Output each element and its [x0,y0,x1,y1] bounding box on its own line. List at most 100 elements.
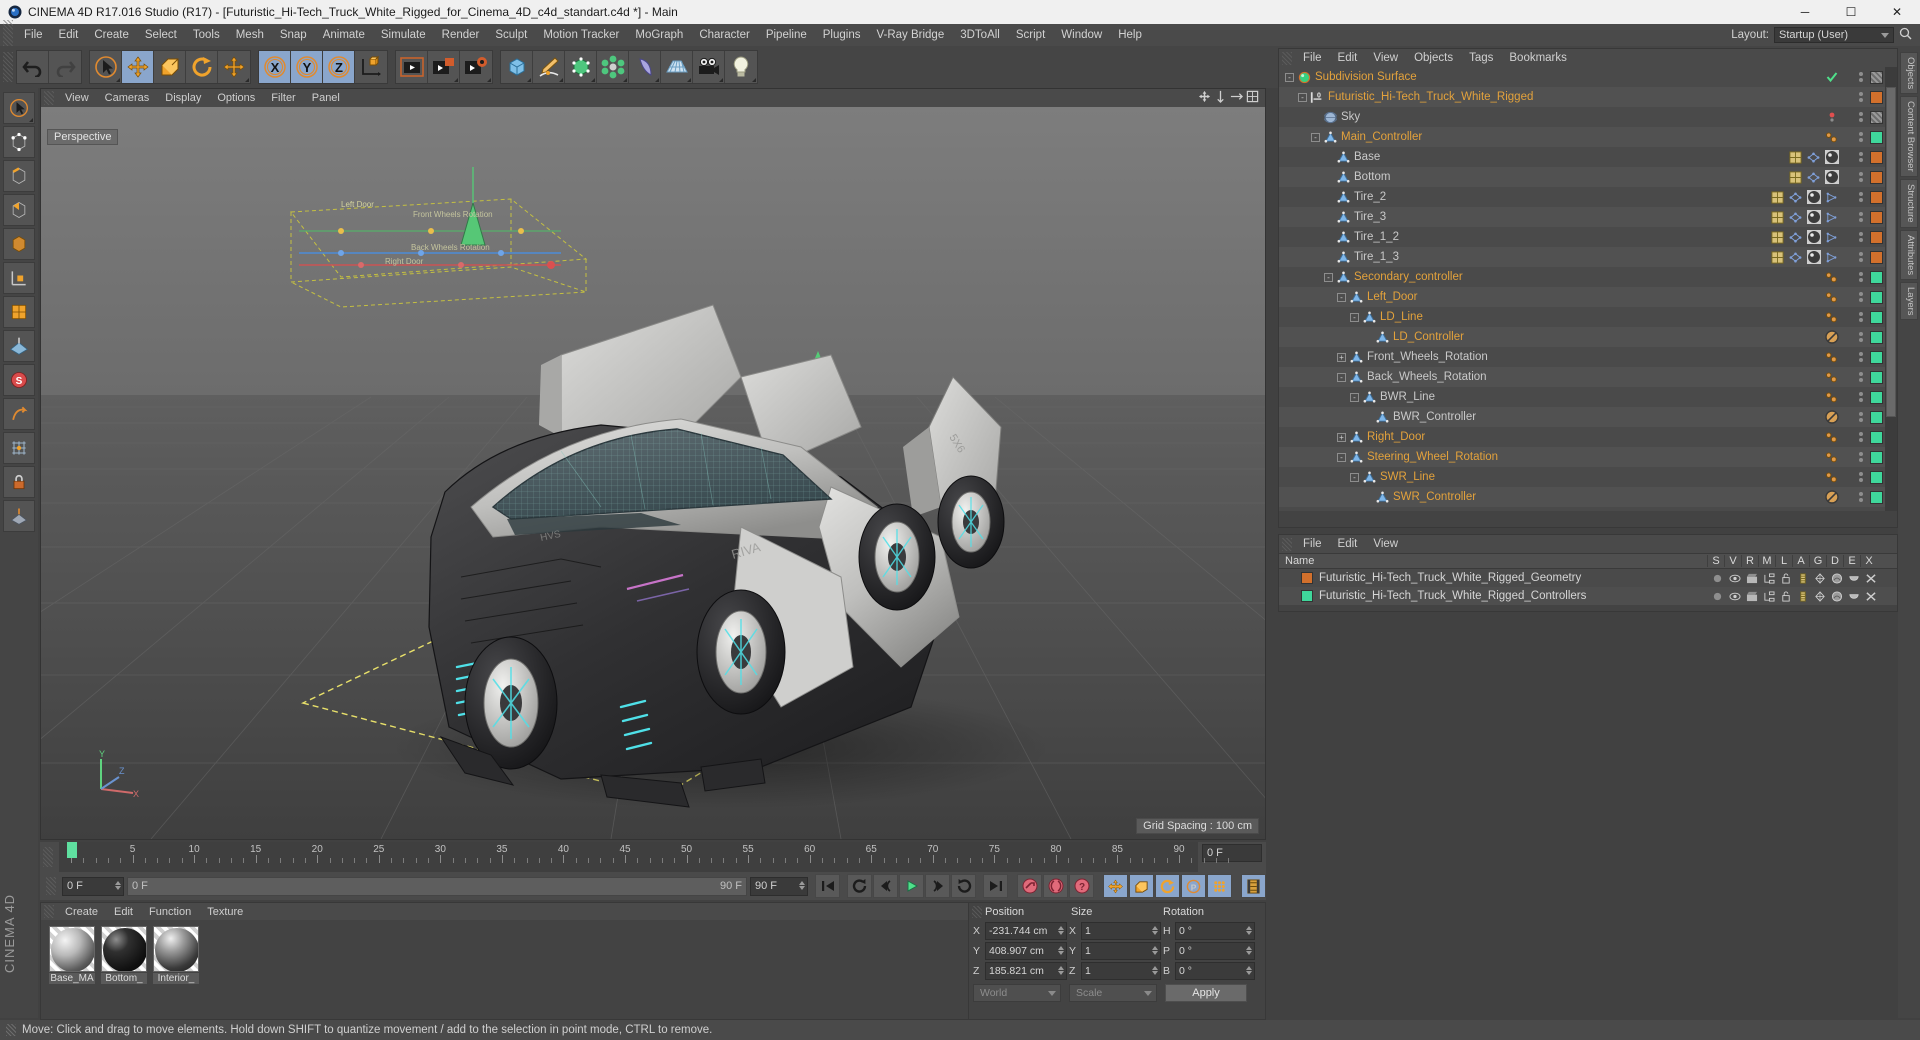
current-frame-field[interactable]: 0 F [62,876,124,896]
scale-key-icon[interactable] [1129,874,1154,898]
search-icon[interactable] [1899,27,1912,43]
render-settings-icon[interactable] [460,51,492,83]
layer-col-a[interactable]: A [1792,555,1809,567]
position-x-field[interactable]: -231.744 cm [985,921,1067,940]
camera-icon[interactable] [693,51,725,83]
layer-col-g[interactable]: G [1809,555,1826,567]
layer-flag-e-icon[interactable] [1845,571,1862,586]
timeline-playhead[interactable] [67,842,77,858]
render-view-icon[interactable] [396,51,428,83]
play-icon[interactable] [899,874,924,898]
size-z-field[interactable]: 1 [1081,961,1161,980]
menu-item-vray-bridge[interactable]: V-Ray Bridge [868,27,952,43]
object-tree-row[interactable]: Tire_1_3 [1279,247,1897,267]
layer-color-chip[interactable] [1870,90,1883,104]
layer-col-e[interactable]: E [1843,555,1860,567]
cube-primitive-icon[interactable] [501,51,533,83]
menu-item-motion-tracker[interactable]: Motion Tracker [535,27,627,43]
material-tag-icon[interactable] [1806,230,1821,245]
edge-mode-icon[interactable] [3,160,35,192]
layer-color-chip[interactable] [1870,290,1883,304]
object-tree-row[interactable]: - Main_Controller [1279,127,1897,147]
select-cursor-icon[interactable] [90,51,122,83]
menu-item-plugins[interactable]: Plugins [815,27,869,43]
object-name-label[interactable]: Tire_1_3 [1354,251,1399,263]
layer-flag-m-icon[interactable] [1760,589,1777,604]
object-manager-grip[interactable] [1282,51,1292,65]
material-menu-create[interactable]: Create [57,906,106,918]
position-z-field[interactable]: 185.821 cm [985,961,1067,980]
maximize-button[interactable]: ☐ [1828,0,1874,24]
object-name-label[interactable]: Base [1354,151,1380,163]
layer-flag-v-icon[interactable] [1726,589,1743,604]
axis-z-icon[interactable]: Z [323,51,355,83]
menu-item-help[interactable]: Help [1110,27,1150,43]
material-preview[interactable] [49,926,95,972]
snap-icon[interactable] [3,432,35,464]
visibility-dots[interactable] [1859,152,1863,162]
object-name-label[interactable]: Steering_Wheel_Rotation [1367,451,1498,463]
object-name-label[interactable]: Right_Door [1367,431,1425,443]
layer-color-swatch[interactable] [1301,572,1313,584]
visibility-dots[interactable] [1859,472,1863,482]
layer-flag-l-icon[interactable] [1777,571,1794,586]
polygon-mode-icon[interactable] [3,194,35,226]
object-tree-row[interactable]: SWR_Controller [1279,487,1897,507]
zoom-icon[interactable] [1230,90,1243,106]
layer-col-l[interactable]: L [1775,555,1792,567]
material-item[interactable]: Bottom_ [101,926,147,984]
point-cache-icon[interactable] [1824,210,1839,225]
step-forward-keyframe-icon[interactable] [951,874,976,898]
tab-objects[interactable]: Objects [1900,52,1918,95]
layer-col-d[interactable]: D [1826,555,1843,567]
visibility-dots[interactable] [1859,192,1863,202]
object-name-label[interactable]: SWR_Line [1380,471,1435,483]
collapse-icon[interactable]: - [1350,312,1359,322]
menu-item-mesh[interactable]: Mesh [228,27,272,43]
collapse-icon[interactable]: - [1324,272,1333,282]
layer-flag-l-icon[interactable] [1777,589,1794,604]
visibility-dots[interactable] [1859,132,1863,142]
visibility-dots[interactable] [1859,332,1863,342]
go-to-end-icon[interactable] [983,874,1008,898]
object-tree[interactable]: - Subdivision Surface -0 Futuristic_Hi-Tech… [1279,67,1897,511]
transport-grip[interactable] [46,877,56,895]
menu-item-animate[interactable]: Animate [315,27,373,43]
menu-item-3dtoall[interactable]: 3DToAll [952,27,1008,43]
texture-mode-icon[interactable] [3,296,35,328]
layer-color-chip[interactable] [1870,410,1883,424]
spline-pen-icon[interactable] [533,51,565,83]
layer-color-chip[interactable] [1870,150,1883,164]
dolly-icon[interactable] [1214,90,1227,106]
material-item[interactable]: Interior_ [153,926,199,984]
layout-dropdown[interactable]: Startup (User) [1774,27,1894,43]
object-tree-row[interactable]: BWR_Controller [1279,407,1897,427]
layer-color-chip[interactable] [1870,450,1883,464]
menu-item-script[interactable]: Script [1008,27,1053,43]
minimize-button[interactable]: ─ [1782,0,1828,24]
layer-flag-a-icon[interactable] [1794,571,1811,586]
visibility-dots[interactable] [1859,432,1863,442]
timeline-grip[interactable] [43,847,53,867]
light-icon[interactable] [725,51,757,83]
layer-col-m[interactable]: M [1758,555,1775,567]
pla-key-icon[interactable]: P [1181,874,1206,898]
viewport-grip[interactable] [44,91,54,105]
rotation-p-field[interactable]: 0 ° [1175,941,1255,960]
material-preview[interactable] [101,926,147,972]
object-name-label[interactable]: Secondary_controller [1354,271,1463,283]
object-tree-row[interactable]: - Subdivision Surface [1279,67,1897,87]
autokey-icon[interactable] [1043,874,1068,898]
object-menu-edit[interactable]: Edit [1330,52,1366,64]
scale-icon[interactable] [154,51,186,83]
apply-button[interactable]: Apply [1165,983,1247,1002]
red-dot-icon[interactable] [1824,110,1839,125]
object-tree-row[interactable]: - Secondary_controller [1279,267,1897,287]
object-menu-view[interactable]: View [1365,52,1406,64]
point-mode-icon[interactable] [3,126,35,158]
tab-layers[interactable]: Layers [1900,281,1918,321]
object-name-label[interactable]: SWR_Controller [1393,491,1476,503]
object-name-label[interactable]: Tire_1_2 [1354,231,1399,243]
layer-color-chip[interactable] [1870,370,1883,384]
material-tag-icon[interactable] [1806,210,1821,225]
